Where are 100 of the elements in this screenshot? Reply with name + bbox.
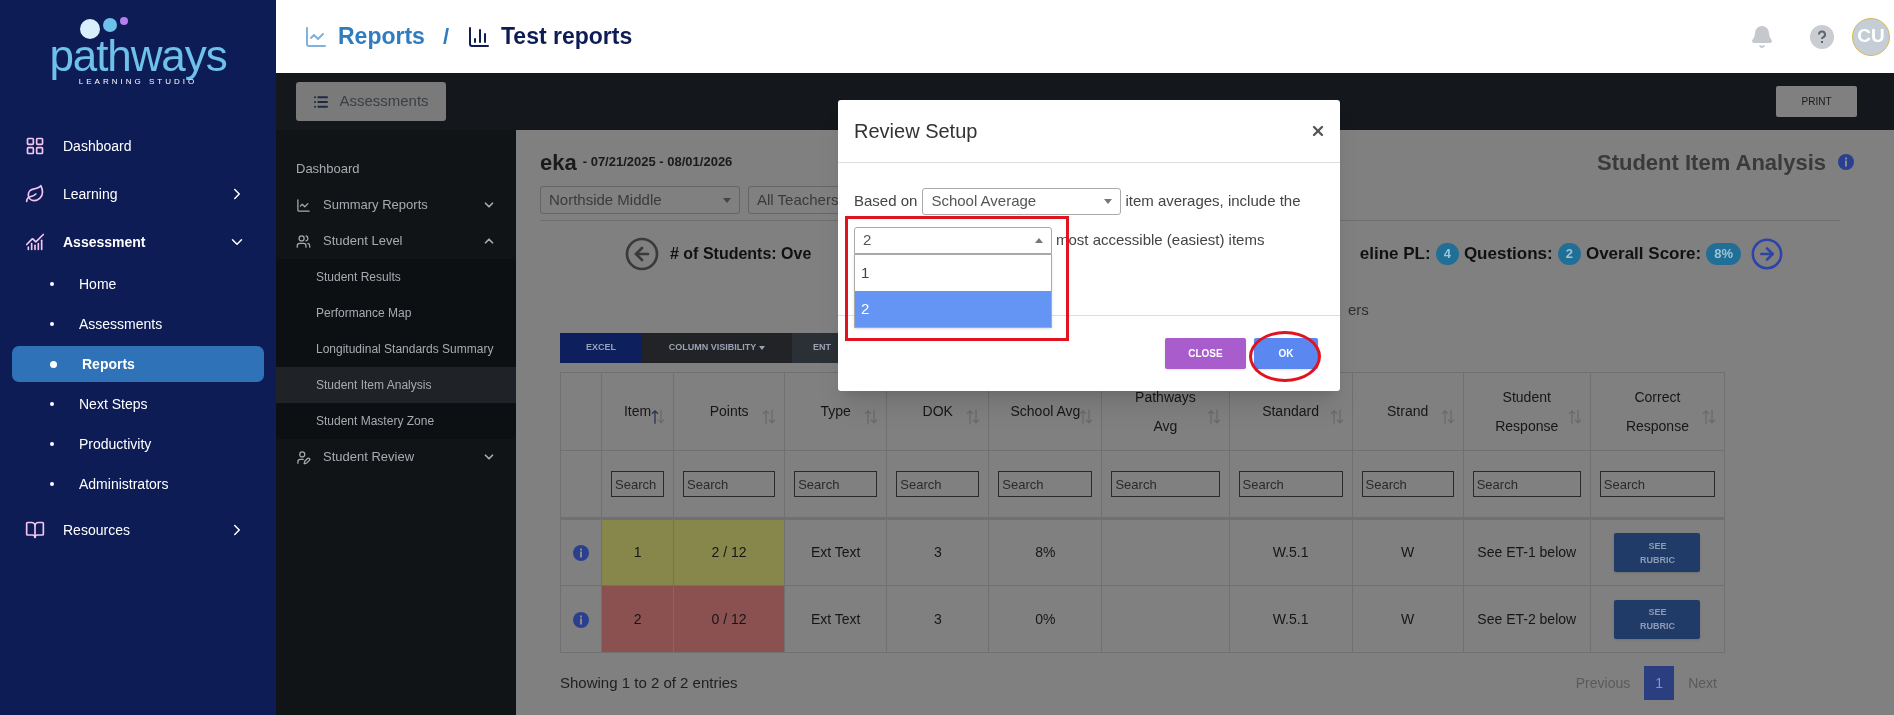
caret-icon [1104,199,1113,204]
sort-icon[interactable] [864,408,879,425]
pagination-button[interactable]: 1 [1644,666,1675,700]
subnav-item[interactable]: Summary Reports [276,187,516,223]
caret-icon [1035,238,1043,243]
dropdown-option[interactable]: 1 [855,255,1051,291]
info-icon[interactable] [1838,154,1854,170]
close-button[interactable]: CLOSE [1165,338,1246,369]
sidebar-subitem[interactable]: Next Steps [12,386,264,422]
sidebar-item[interactable]: Assessment [0,218,276,266]
table-cell-text: See ET-2 below [1477,609,1577,629]
table-toolbar-button[interactable]: EXCEL [560,333,642,363]
date-range: - 07/21/2025 - 08/01/2026 [582,153,733,172]
stats-badge: 2 [1557,243,1581,265]
table-cell: 2 [601,585,674,653]
bullet-icon [50,402,54,406]
column-search-field[interactable]: Search [896,471,980,497]
subnav-subitem[interactable]: Performance Map [276,295,516,331]
annotation-ellipse [1249,331,1321,382]
sort-icon[interactable] [651,408,666,425]
sidebar-item[interactable]: Learning [0,170,276,218]
info-icon[interactable] [573,545,589,562]
table-cell-text: W.5.1 [1272,609,1309,629]
stats-text: # of Students: Ove [670,244,812,264]
column-search-field[interactable]: Search [1472,471,1581,497]
stats-label: eline PL: [1359,243,1431,266]
assessments-button[interactable]: Assessments [296,82,446,121]
dropdown-option[interactable]: 2 [855,291,1051,327]
stats-badge: 8% [1706,243,1741,265]
bullet-icon [50,442,54,446]
bar-chart-icon [467,24,492,49]
table-cell-text: 3 [933,609,942,629]
sort-icon[interactable] [1079,408,1094,425]
subnav-subitem[interactable]: Student Results [276,259,516,295]
column-search-field[interactable]: Search [1111,471,1220,497]
table-info-text: Showing 1 to 2 of 2 entries [560,672,738,693]
column-search-field[interactable]: Search [683,471,776,497]
column-search-field[interactable]: Search [1599,471,1715,497]
column-search-field[interactable]: Search [998,471,1093,497]
chart-icon [25,232,45,252]
bullet-icon [50,322,54,326]
table-cell-text: W [1401,609,1415,629]
stats-label: Overall Score: [1585,243,1702,266]
stats-label: Questions: [1463,243,1553,266]
sort-icon[interactable] [966,408,981,425]
filter-select[interactable]: Northside Middle [540,186,740,214]
subnav-subitem[interactable]: Student Mastery Zone [276,403,516,439]
print-button[interactable]: PRINT [1776,86,1857,117]
table-cell-text: See ET-1 below [1477,543,1577,562]
sort-icon[interactable] [1329,408,1344,425]
bullet-icon [50,282,54,286]
subnav-subitem[interactable]: Longitudinal Standards Summary [276,331,516,367]
notification-bell-icon[interactable] [1750,24,1774,49]
list-icon [313,93,330,110]
breadcrumb-current: Test reports [501,22,633,52]
caret-icon [759,346,766,350]
breadcrumb-separator: / [442,23,450,51]
column-search-field[interactable]: Search [794,471,878,497]
table-toolbar-button[interactable]: COLUMN VISIBILITY [642,333,792,363]
table-cell-text: W [1401,543,1415,562]
table-cell: 2 / 12 [673,518,785,586]
column-header[interactable]: Item [622,397,654,426]
book-icon [25,520,45,540]
table-cell: 0 / 12 [673,585,785,653]
see-rubric-button[interactable]: SEE RUBRIC [1614,533,1701,572]
users-icon [296,233,311,249]
source-select[interactable]: School Average [922,188,1122,215]
breadcrumb-link[interactable]: Reports [338,19,425,54]
sort-icon[interactable] [1206,408,1221,425]
ok-button[interactable]: OK [1254,338,1318,369]
subnav-item[interactable]: Dashboard [276,151,516,187]
caret-icon [723,197,731,203]
subnav-item[interactable]: Student Level [276,223,516,259]
bullet-icon [50,360,57,368]
report-title: eka [540,148,577,177]
sidebar-subitem[interactable]: Assessments [12,306,264,342]
sidebar-subitem[interactable]: Administrators [12,466,264,502]
subnav-item[interactable]: Student Review [276,439,516,475]
help-icon[interactable] [1810,24,1834,49]
sidebar-subitem[interactable]: Reports [12,346,264,382]
page-title: Student Item Analysis [1597,148,1826,177]
sidebar-subitem[interactable]: Productivity [12,426,264,462]
column-search-field[interactable]: Search [611,471,665,497]
column-search-field[interactable]: Search [1361,471,1454,497]
info-icon[interactable] [573,611,589,628]
sidebar-item[interactable]: Dashboard [0,122,276,170]
column-search-field[interactable]: Search [1238,471,1343,497]
table-cell-text: 8% [1035,543,1056,562]
see-rubric-button[interactable]: SEE RUBRIC [1614,599,1701,639]
table-cell-text: Ext Text [810,609,861,629]
table-cell-text: W.5.1 [1272,543,1309,562]
logo-wordmark: pathways [49,34,227,78]
line-chart-icon [304,24,328,49]
subnav-subitem[interactable]: Student Item Analysis [276,367,516,403]
table-cell: 1 [601,518,674,586]
sidebar-item[interactable]: Resources [0,506,276,554]
leaf-icon [25,184,45,204]
dialog-text: item averages, include the [1125,191,1301,212]
close-icon[interactable] [1310,123,1326,139]
sidebar-subitem[interactable]: Home [12,266,264,302]
